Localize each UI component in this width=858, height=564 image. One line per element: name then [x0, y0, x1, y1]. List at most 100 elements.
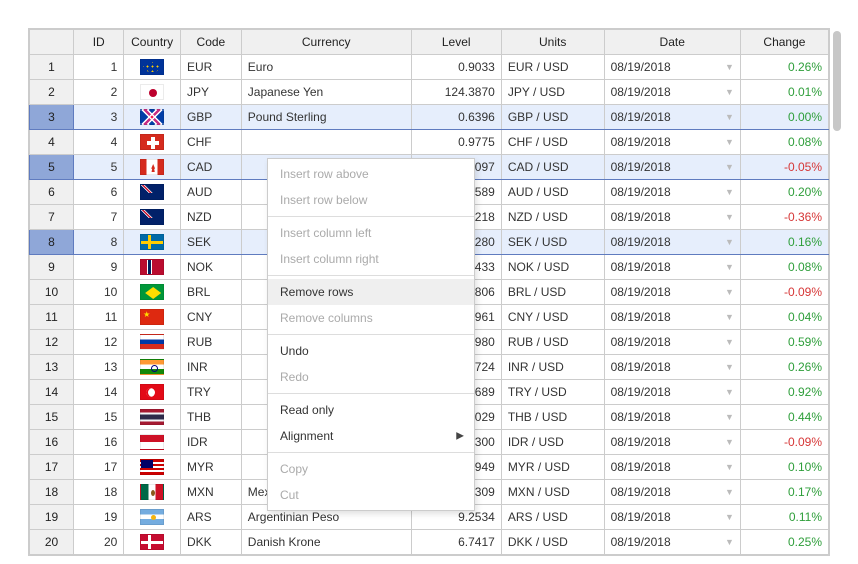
cell-change[interactable]: 0.11% [740, 505, 828, 530]
cell-country[interactable] [124, 505, 181, 530]
cell-date[interactable]: 08/19/2018▼ [604, 380, 740, 405]
cell-change[interactable]: 0.59% [740, 330, 828, 355]
row-header[interactable]: 6 [30, 180, 74, 205]
row-header[interactable]: 2 [30, 80, 74, 105]
cell-id[interactable]: 3 [74, 105, 124, 130]
cell-code[interactable]: MYR [180, 455, 241, 480]
cell-units[interactable]: NOK / USD [501, 255, 604, 280]
cell-code[interactable]: MXN [180, 480, 241, 505]
row-header[interactable]: 13 [30, 355, 74, 380]
cell-country[interactable] [124, 330, 181, 355]
cell-id[interactable]: 13 [74, 355, 124, 380]
table-row[interactable]: 22JPYJapanese Yen124.3870JPY / USD08/19/… [30, 80, 829, 105]
cell-currency[interactable] [241, 130, 411, 155]
cell-change[interactable]: 0.08% [740, 255, 828, 280]
cell-id[interactable]: 4 [74, 130, 124, 155]
cell-change[interactable]: -0.36% [740, 205, 828, 230]
cell-code[interactable]: IDR [180, 430, 241, 455]
row-header[interactable]: 20 [30, 530, 74, 555]
col-header-units[interactable]: Units [501, 30, 604, 55]
cell-units[interactable]: CHF / USD [501, 130, 604, 155]
cell-id[interactable]: 11 [74, 305, 124, 330]
row-header[interactable]: 3 [30, 105, 74, 130]
cell-code[interactable]: CHF [180, 130, 241, 155]
cell-date[interactable]: 08/19/2018▼ [604, 330, 740, 355]
cell-date[interactable]: 08/19/2018▼ [604, 505, 740, 530]
cell-country[interactable] [124, 280, 181, 305]
cell-change[interactable]: 0.26% [740, 355, 828, 380]
row-header[interactable]: 7 [30, 205, 74, 230]
cell-change[interactable]: -0.05% [740, 155, 828, 180]
cell-code[interactable]: NOK [180, 255, 241, 280]
row-header[interactable]: 18 [30, 480, 74, 505]
cell-units[interactable]: THB / USD [501, 405, 604, 430]
cell-change[interactable]: 0.10% [740, 455, 828, 480]
row-header[interactable]: 1 [30, 55, 74, 80]
menu-item[interactable]: Undo [268, 338, 474, 364]
cell-units[interactable]: AUD / USD [501, 180, 604, 205]
cell-country[interactable] [124, 430, 181, 455]
cell-change[interactable]: 0.20% [740, 180, 828, 205]
corner-cell[interactable] [30, 30, 74, 55]
cell-date[interactable]: 08/19/2018▼ [604, 80, 740, 105]
cell-id[interactable]: 10 [74, 280, 124, 305]
cell-id[interactable]: 8 [74, 230, 124, 255]
row-header[interactable]: 17 [30, 455, 74, 480]
row-header[interactable]: 12 [30, 330, 74, 355]
cell-change[interactable]: 0.00% [740, 105, 828, 130]
cell-id[interactable]: 16 [74, 430, 124, 455]
cell-country[interactable] [124, 55, 181, 80]
col-header-country[interactable]: Country [124, 30, 181, 55]
cell-code[interactable]: ARS [180, 505, 241, 530]
cell-country[interactable] [124, 305, 181, 330]
cell-id[interactable]: 1 [74, 55, 124, 80]
cell-date[interactable]: 08/19/2018▼ [604, 530, 740, 555]
cell-change[interactable]: 0.25% [740, 530, 828, 555]
cell-date[interactable]: 08/19/2018▼ [604, 155, 740, 180]
row-header[interactable]: 19 [30, 505, 74, 530]
table-row[interactable]: 2020DKKDanish Krone6.7417DKK / USD08/19/… [30, 530, 829, 555]
cell-code[interactable]: BRL [180, 280, 241, 305]
row-header[interactable]: 4 [30, 130, 74, 155]
cell-country[interactable] [124, 205, 181, 230]
cell-id[interactable]: 19 [74, 505, 124, 530]
row-header[interactable]: 16 [30, 430, 74, 455]
cell-change[interactable]: 0.08% [740, 130, 828, 155]
cell-id[interactable]: 17 [74, 455, 124, 480]
cell-units[interactable]: MXN / USD [501, 480, 604, 505]
row-header[interactable]: 14 [30, 380, 74, 405]
cell-units[interactable]: JPY / USD [501, 80, 604, 105]
cell-id[interactable]: 7 [74, 205, 124, 230]
cell-change[interactable]: 0.01% [740, 80, 828, 105]
cell-id[interactable]: 5 [74, 155, 124, 180]
cell-change[interactable]: -0.09% [740, 430, 828, 455]
cell-id[interactable]: 12 [74, 330, 124, 355]
cell-units[interactable]: INR / USD [501, 355, 604, 380]
cell-code[interactable]: CAD [180, 155, 241, 180]
cell-units[interactable]: ARS / USD [501, 505, 604, 530]
cell-change[interactable]: 0.92% [740, 380, 828, 405]
cell-units[interactable]: TRY / USD [501, 380, 604, 405]
cell-code[interactable]: THB [180, 405, 241, 430]
cell-units[interactable]: CAD / USD [501, 155, 604, 180]
cell-id[interactable]: 6 [74, 180, 124, 205]
cell-date[interactable]: 08/19/2018▼ [604, 305, 740, 330]
cell-code[interactable]: GBP [180, 105, 241, 130]
cell-date[interactable]: 08/19/2018▼ [604, 455, 740, 480]
col-header-id[interactable]: ID [74, 30, 124, 55]
table-row[interactable]: 44CHF0.9775CHF / USD08/19/2018▼0.08% [30, 130, 829, 155]
cell-change[interactable]: -0.09% [740, 280, 828, 305]
cell-country[interactable] [124, 105, 181, 130]
cell-level[interactable]: 0.9033 [411, 55, 501, 80]
cell-country[interactable] [124, 530, 181, 555]
cell-date[interactable]: 08/19/2018▼ [604, 205, 740, 230]
row-header[interactable]: 15 [30, 405, 74, 430]
menu-item[interactable]: Read only [268, 397, 474, 423]
cell-units[interactable]: IDR / USD [501, 430, 604, 455]
cell-country[interactable] [124, 480, 181, 505]
cell-country[interactable] [124, 130, 181, 155]
cell-country[interactable] [124, 230, 181, 255]
cell-date[interactable]: 08/19/2018▼ [604, 180, 740, 205]
cell-code[interactable]: CNY [180, 305, 241, 330]
cell-country[interactable] [124, 455, 181, 480]
